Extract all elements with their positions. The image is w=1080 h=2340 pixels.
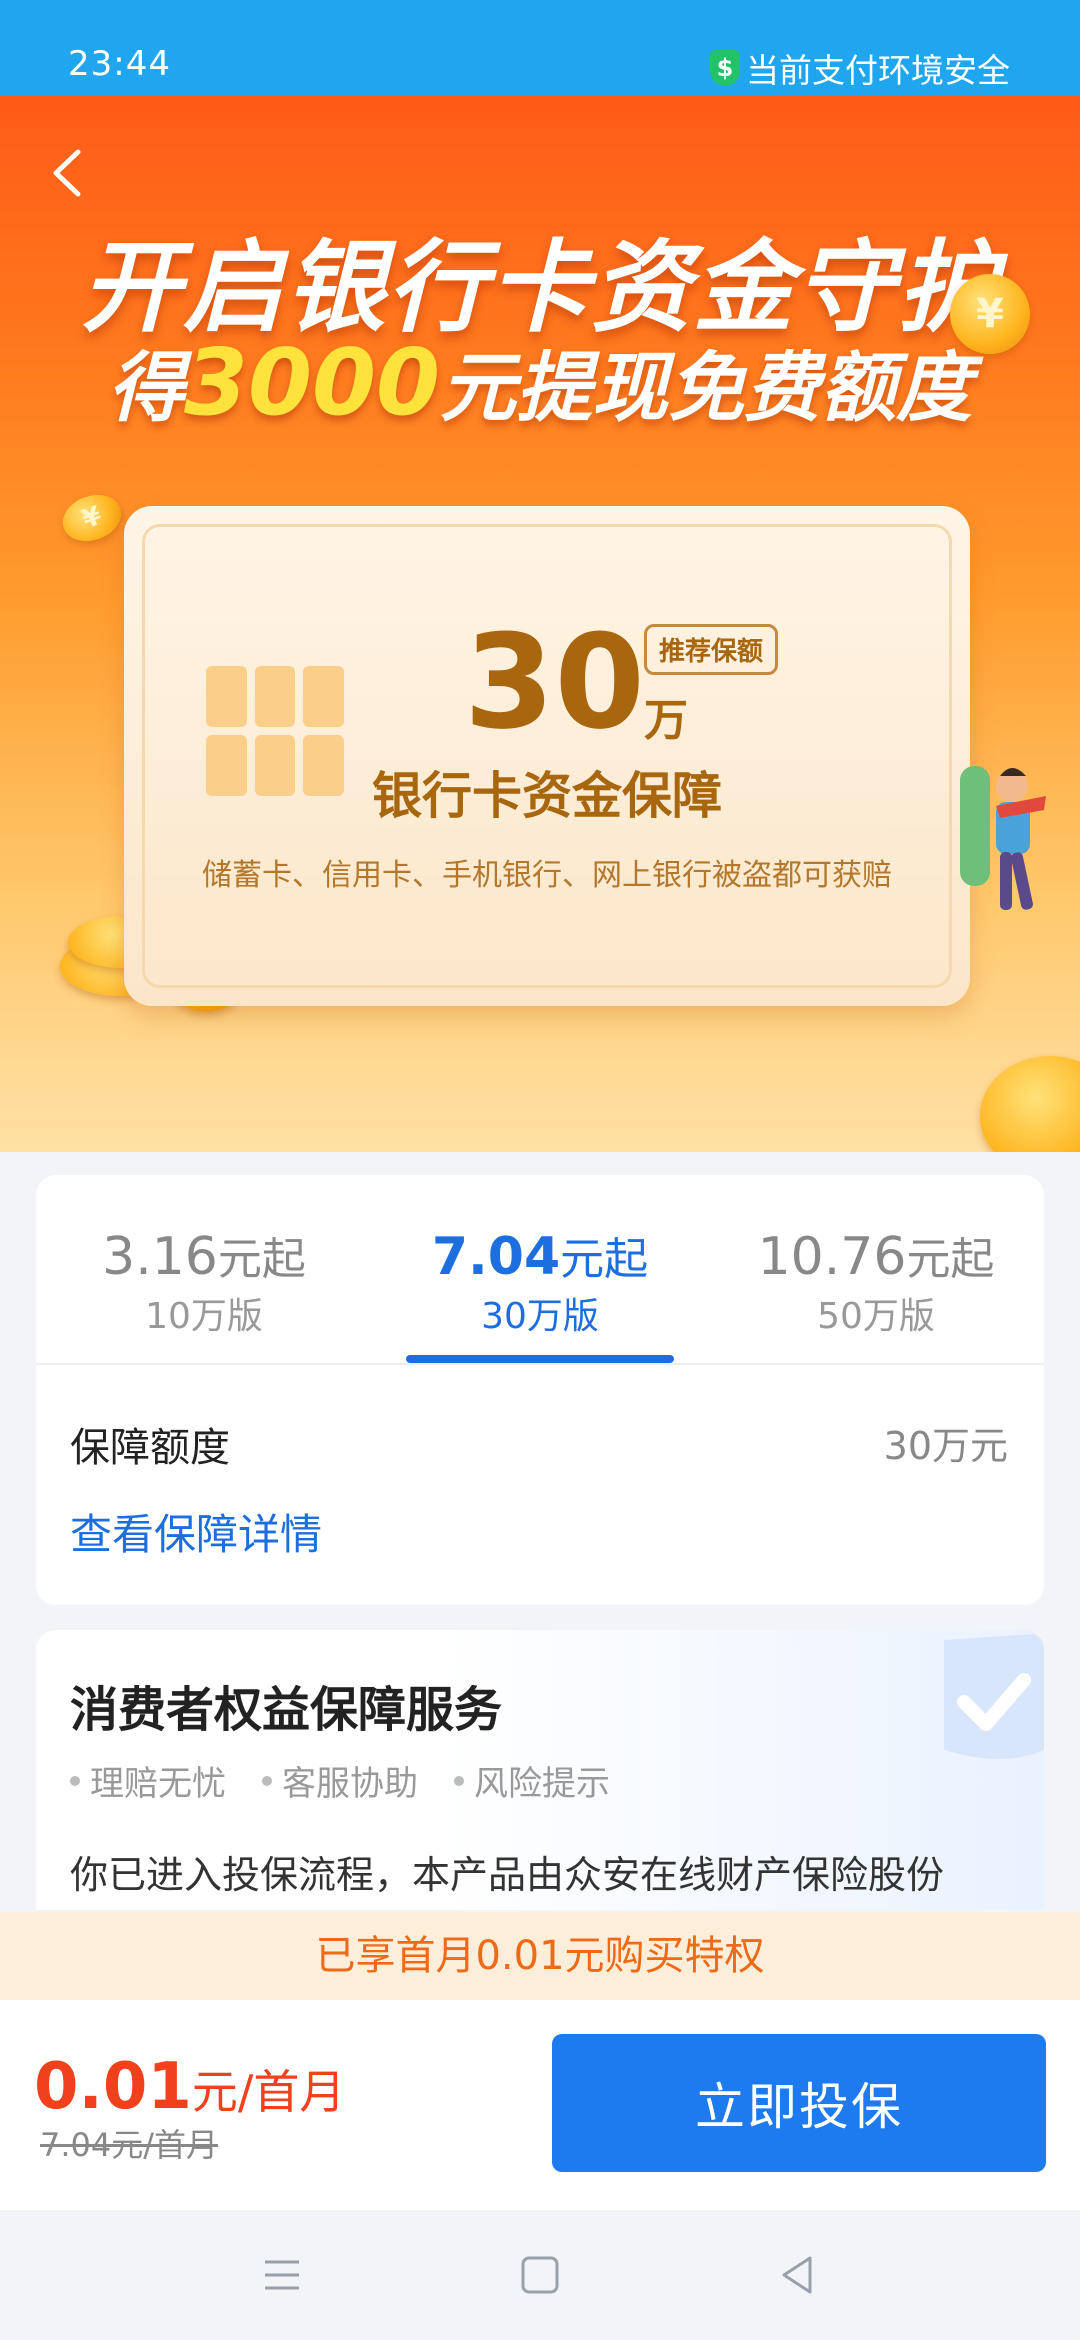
rights-tag: 客服协助 (262, 1756, 418, 1805)
plan-price-value: 7.04 (431, 1227, 561, 1287)
shield-check-icon (944, 1634, 1044, 1759)
plan-tabs: 3.16元起 10万版 7.04元起 30万版 10.76元起 50万版 (36, 1175, 1044, 1365)
coin-icon: ¥ (950, 274, 1030, 354)
plan-version: 30万版 (481, 1296, 599, 1337)
hero-subtitle: 得3000元提现免费额度 (0, 326, 1080, 436)
plan-price-unit: 元起 (560, 1234, 649, 1285)
back-triangle-icon[interactable] (770, 2248, 824, 2302)
coverage-value: 30万元 (883, 1424, 1008, 1468)
plan-price-value: 3.16 (102, 1227, 218, 1287)
original-price: 7.04元/首月 (40, 2126, 219, 2164)
back-button[interactable] (42, 138, 90, 208)
coin-icon (980, 1056, 1080, 1152)
plan-price: 7.04元起 (372, 1223, 708, 1287)
plan-tab-30w[interactable]: 7.04元起 30万版 (372, 1175, 708, 1365)
recommended-badge: 推荐保额 (644, 624, 779, 675)
status-time: 23:44 (68, 44, 171, 84)
current-price: 0.01元/首月 (34, 2050, 345, 2124)
person-illustration-icon (960, 766, 1046, 910)
shield-dollar-icon: $ (710, 50, 740, 86)
hero-subtitle-amount: 3000 (183, 329, 441, 436)
coin-icon: ¥ (56, 487, 128, 549)
plan-price-unit: 元起 (906, 1234, 995, 1285)
plan-version: 10万版 (145, 1296, 263, 1337)
view-coverage-details-link[interactable]: 查看保障详情 (70, 1501, 322, 1562)
buy-now-button[interactable]: 立即投保 (552, 2034, 1046, 2172)
secure-text: 当前支付环境安全 (746, 51, 1010, 90)
back-arrow-icon (53, 149, 81, 197)
plan-version: 50万版 (817, 1296, 935, 1337)
consumer-rights-panel: 消费者权益保障服务 理赔无忧 客服协助 风险提示 你已进入投保流程，本产品由众安… (36, 1630, 1044, 1910)
card-description: 储蓄卡、信用卡、手机银行、网上银行被盗都可获赔 (202, 858, 892, 893)
card-title: 银行卡资金保障 (372, 767, 722, 825)
active-tab-indicator (406, 1355, 674, 1363)
plan-tab-50w[interactable]: 10.76元起 50万版 (708, 1175, 1044, 1365)
plan-price-unit: 元起 (217, 1234, 306, 1285)
plan-price-value: 10.76 (757, 1227, 907, 1287)
current-price-value: 0.01 (34, 2050, 192, 2124)
plan-tab-10w[interactable]: 3.16元起 10万版 (36, 1175, 372, 1365)
plan-selector-panel: 3.16元起 10万版 7.04元起 30万版 10.76元起 50万版 保障额… (36, 1175, 1044, 1605)
rights-tag: 风险提示 (454, 1756, 610, 1805)
bottom-action-bar: 0.01元/首月 7.04元/首月 立即投保 (0, 2000, 1080, 2210)
secure-payment-indicator: $ 当前支付环境安全 (710, 44, 1010, 92)
coverage-label: 保障额度 (70, 1425, 230, 1471)
home-icon[interactable] (513, 2248, 567, 2302)
hero-subtitle-prefix: 得 (107, 343, 184, 432)
system-nav-bar (0, 2210, 1080, 2340)
coverage-card: 30 推荐保额 万 银行卡资金保障 储蓄卡、信用卡、手机银行、网上银行被盗都可获… (124, 506, 970, 1006)
plan-price: 3.16元起 (36, 1223, 372, 1287)
first-month-privilege-banner: 已享首月0.01元购买特权 (0, 1912, 1080, 2000)
coverage-amount: 30 (464, 606, 645, 758)
plan-price: 10.76元起 (708, 1223, 1044, 1287)
current-price-unit: 元/首月 (191, 2065, 346, 2119)
status-bar: 23:44 $ 当前支付环境安全 (0, 0, 1080, 96)
coverage-row: 保障额度 30万元 (70, 1415, 1008, 1473)
rights-description: 你已进入投保流程，本产品由众安在线财产保险股份 (70, 1853, 945, 1897)
rights-tags: 理赔无忧 客服协助 风险提示 (70, 1756, 646, 1805)
hero-subtitle-suffix: 元提现免费额度 (440, 343, 973, 432)
menu-icon[interactable] (255, 2248, 309, 2302)
hero-banner: 开启银行卡资金守护 得3000元提现免费额度 ¥ ¥ ¥ 30 推荐保额 万 银… (0, 96, 1080, 1152)
rights-tag: 理赔无忧 (70, 1756, 226, 1805)
coverage-amount-unit: 万 (644, 695, 688, 746)
rights-title: 消费者权益保障服务 (70, 1682, 503, 1738)
